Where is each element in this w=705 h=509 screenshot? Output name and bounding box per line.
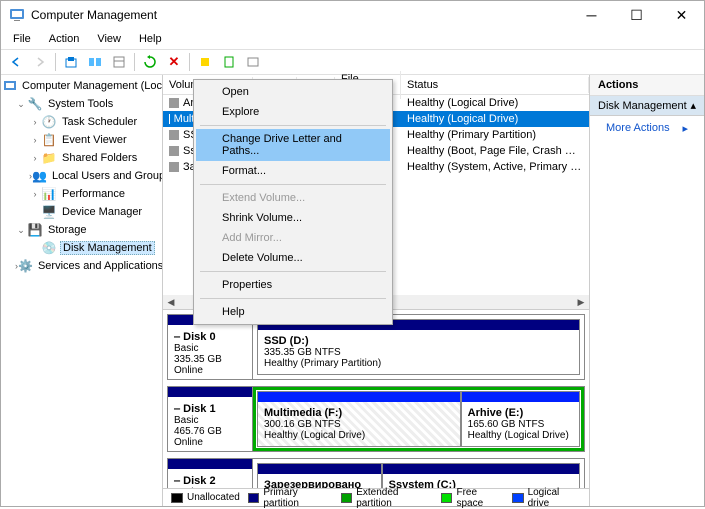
perf-icon: 📊 xyxy=(41,186,57,202)
expand-icon[interactable]: › xyxy=(29,189,41,199)
computer-management-window: Computer Management ─ ☐ ✕ File Action Vi… xyxy=(0,0,705,507)
scroll-right-icon[interactable]: ▶ xyxy=(573,295,589,309)
legend: Unallocated Primary partition Extended p… xyxy=(163,488,589,506)
partition[interactable]: SSD (D:)335.35 GB NTFSHealthy (Primary P… xyxy=(257,319,580,375)
tree-pane[interactable]: Computer Management (Local ⌄ 🔧 System To… xyxy=(1,75,163,506)
tree-shared-folders[interactable]: ›📁Shared Folders xyxy=(3,149,160,167)
legend-free-swatch xyxy=(441,493,453,503)
partition[interactable]: Multimedia (F:)300.16 GB NTFSHealthy (Lo… xyxy=(257,391,461,447)
tree-event-viewer[interactable]: ›📋Event Viewer xyxy=(3,131,160,149)
ctx-properties[interactable]: Properties xyxy=(196,275,390,295)
forward-button[interactable] xyxy=(29,51,51,73)
actions-header: Actions xyxy=(590,75,704,96)
users-icon: 👥 xyxy=(32,168,47,184)
disk-info[interactable]: ‒ Disk 2 Basic 232.88 GB Online xyxy=(168,459,253,488)
window-title: Computer Management xyxy=(31,8,569,22)
actions-pane: Actions Disk Management ▴ More Actions ▸ xyxy=(589,75,704,506)
tree-local-users[interactable]: ›👥Local Users and Groups xyxy=(3,167,160,185)
ctx-extend: Extend Volume... xyxy=(196,188,390,208)
clock-icon: 🕐 xyxy=(41,114,57,130)
titlebar: Computer Management ─ ☐ ✕ xyxy=(1,1,704,29)
list-view-icon[interactable] xyxy=(242,51,264,73)
up-button[interactable] xyxy=(60,51,82,73)
expand-icon[interactable]: › xyxy=(29,135,41,145)
expand-icon[interactable]: › xyxy=(29,117,41,127)
close-button[interactable]: ✕ xyxy=(659,1,704,29)
properties-icon[interactable] xyxy=(218,51,240,73)
tree-storage[interactable]: ⌄💾Storage xyxy=(3,221,160,239)
mmc-icon xyxy=(3,78,17,94)
device-icon: 🖥️ xyxy=(41,204,57,220)
storage-icon: 💾 xyxy=(27,222,43,238)
tree-task-scheduler[interactable]: ›🕐Task Scheduler xyxy=(3,113,160,131)
legend-logical-swatch xyxy=(512,493,524,503)
collapse-icon[interactable]: ⌄ xyxy=(15,99,27,110)
legend-unallocated-swatch xyxy=(171,493,183,503)
disk-icon: 💿 xyxy=(41,240,57,256)
context-menu: Open Explore Change Drive Letter and Pat… xyxy=(193,79,393,325)
folder-icon: 📁 xyxy=(41,150,57,166)
chevron-right-icon: ▸ xyxy=(682,122,688,135)
minimize-button[interactable]: ─ xyxy=(569,1,614,29)
disk-row: ‒ Disk 1 Basic 465.76 GB Online Multimed… xyxy=(167,386,585,452)
legend-primary-swatch xyxy=(248,493,260,503)
ctx-change-letter[interactable]: Change Drive Letter and Paths... xyxy=(196,129,390,161)
disk-info[interactable]: ‒ Disk 1 Basic 465.76 GB Online xyxy=(168,387,253,451)
volume-icon xyxy=(169,114,170,124)
actions-section[interactable]: Disk Management ▴ xyxy=(590,96,704,116)
actions-more[interactable]: More Actions ▸ xyxy=(590,116,704,140)
menu-file[interactable]: File xyxy=(5,31,39,47)
options-button[interactable] xyxy=(108,51,130,73)
middle-pane: Volume Layout Type File System Status Ar… xyxy=(163,75,589,506)
maximize-button[interactable]: ☐ xyxy=(614,1,659,29)
tree-services[interactable]: ›⚙️Services and Applications xyxy=(3,257,160,275)
wizard-icon[interactable] xyxy=(194,51,216,73)
disk-map: ‒ Disk 0 Basic 335.35 GB Online SSD (D:)… xyxy=(163,310,589,488)
collapse-icon[interactable]: ⌄ xyxy=(15,225,27,236)
collapse-icon[interactable]: ▴ xyxy=(690,99,696,112)
ctx-add-mirror: Add Mirror... xyxy=(196,228,390,248)
menu-view[interactable]: View xyxy=(89,31,129,47)
scroll-left-icon[interactable]: ◀ xyxy=(163,295,179,309)
event-icon: 📋 xyxy=(41,132,57,148)
partition[interactable]: Arhive (E:)165.60 GB NTFSHealthy (Logica… xyxy=(461,391,580,447)
expand-icon[interactable]: › xyxy=(29,153,41,163)
disk-row: ‒ Disk 2 Basic 232.88 GB Online Зарезерв… xyxy=(167,458,585,488)
tools-icon: 🔧 xyxy=(27,96,43,112)
tree-root[interactable]: Computer Management (Local xyxy=(3,77,160,95)
menubar: File Action View Help xyxy=(1,29,704,49)
volume-icon xyxy=(169,98,179,108)
legend-extended-swatch xyxy=(341,493,353,503)
refresh-button[interactable] xyxy=(139,51,161,73)
ctx-open[interactable]: Open xyxy=(196,82,390,102)
menu-action[interactable]: Action xyxy=(41,31,88,47)
volume-icon xyxy=(169,162,179,172)
volume-icon xyxy=(169,146,179,156)
show-hide-button[interactable] xyxy=(84,51,106,73)
tree-device-manager[interactable]: 🖥️Device Manager xyxy=(3,203,160,221)
volume-icon xyxy=(169,130,179,140)
partition[interactable]: Ssystem (C:)232.40 GB NTFSHealthy (Boot,… xyxy=(382,463,580,488)
services-icon: ⚙️ xyxy=(18,258,33,274)
col-status[interactable]: Status xyxy=(401,77,589,93)
tree-system-tools[interactable]: ⌄ 🔧 System Tools xyxy=(3,95,160,113)
ctx-format[interactable]: Format... xyxy=(196,161,390,181)
ctx-explore[interactable]: Explore xyxy=(196,102,390,122)
ctx-shrink[interactable]: Shrink Volume... xyxy=(196,208,390,228)
ctx-delete[interactable]: Delete Volume... xyxy=(196,248,390,268)
app-icon xyxy=(9,7,25,23)
ctx-help[interactable]: Help xyxy=(196,302,390,322)
delete-icon[interactable]: ✕ xyxy=(163,51,185,73)
tree-disk-management[interactable]: 💿Disk Management xyxy=(3,239,160,257)
menu-help[interactable]: Help xyxy=(131,31,170,47)
back-button[interactable] xyxy=(5,51,27,73)
tree-performance[interactable]: ›📊Performance xyxy=(3,185,160,203)
partition[interactable]: Зарезервировано сист500 MB NTFSHealthy (… xyxy=(257,463,382,488)
